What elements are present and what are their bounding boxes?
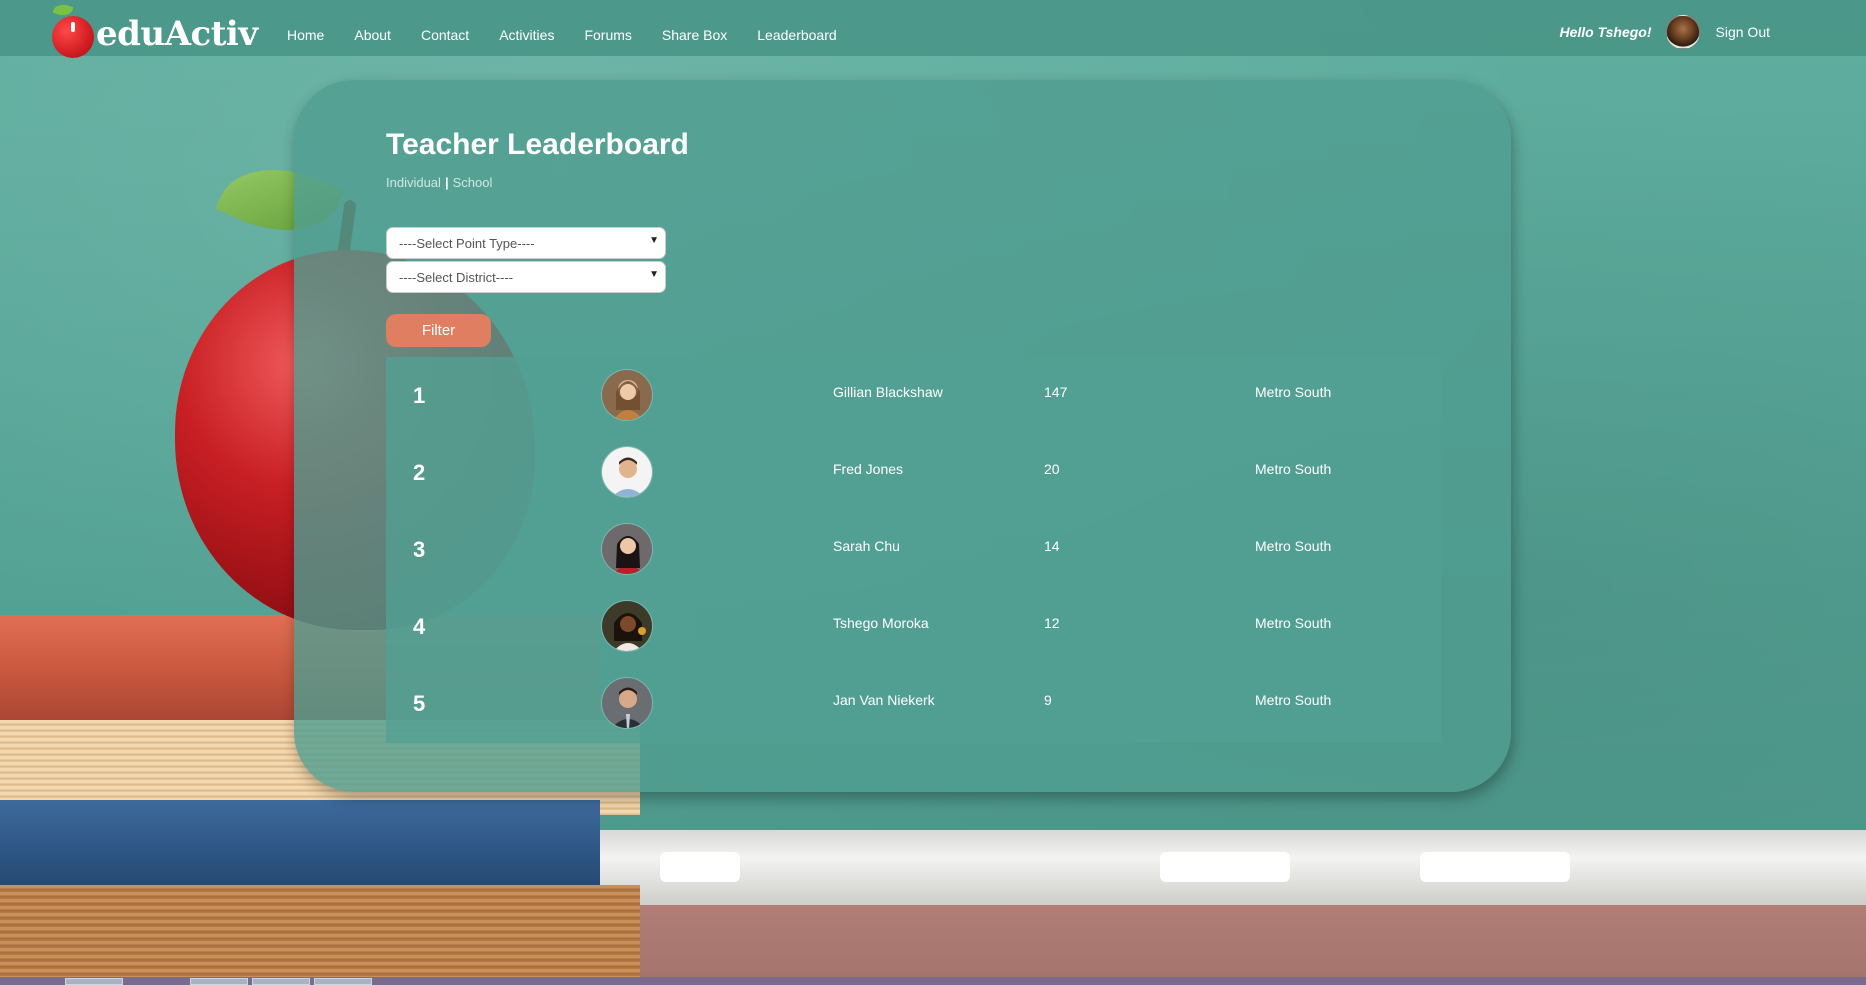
book-blue (0, 800, 600, 890)
teacher-district: Metro South (1255, 538, 1332, 554)
brand-logo[interactable]: eduActiv (50, 1, 260, 58)
teacher-district: Metro South (1255, 384, 1332, 400)
table-row[interactable]: 3 Sarah Chu 14 Metro South (386, 511, 1441, 588)
nav-link-home[interactable]: Home (287, 27, 324, 43)
sign-out-link[interactable]: Sign Out (1716, 24, 1770, 40)
teacher-district: Metro South (1255, 461, 1332, 477)
page-title: Teacher Leaderboard (386, 128, 689, 161)
rank-number: 4 (413, 614, 426, 639)
teacher-avatar (601, 446, 653, 498)
nav-link-about[interactable]: About (354, 27, 391, 43)
taskbar-button[interactable] (314, 978, 372, 985)
leaderboard-tabs: Individual | School (386, 175, 492, 190)
tab-separator: | (444, 175, 449, 190)
teacher-avatar (601, 600, 653, 652)
chalk-piece (660, 852, 740, 882)
rank-number: 5 (413, 691, 426, 716)
teacher-district: Metro South (1255, 615, 1332, 631)
tab-school[interactable]: School (453, 175, 493, 190)
chalk-piece (1160, 852, 1290, 882)
teacher-name: Sarah Chu (833, 538, 900, 554)
taskbar-button[interactable] (65, 978, 123, 985)
rank-number: 1 (413, 383, 426, 408)
nav-links: Home About Contact Activities Forums Sha… (287, 27, 867, 43)
chalk-piece (1420, 852, 1570, 882)
leaderboard-table: 1 Gillian Blackshaw 147 Metro South 2 Fr… (386, 357, 1441, 743)
teacher-name: Fred Jones (833, 461, 904, 477)
user-greeting: Hello Tshego! (1559, 24, 1652, 40)
table-row[interactable]: 2 Fred Jones 20 Metro South (386, 434, 1441, 511)
filter-button[interactable]: Filter (386, 314, 491, 347)
nav-link-activities[interactable]: Activities (499, 27, 554, 43)
top-navbar: eduActiv Home About Contact Activities F… (0, 0, 1866, 58)
district-select[interactable]: ----Select District---- ▼ (386, 261, 666, 293)
brand-name: eduActiv (96, 14, 258, 54)
teacher-points: 12 (1044, 615, 1060, 631)
teacher-points: 147 (1044, 384, 1068, 400)
teacher-name: Tshego Moroka (833, 615, 929, 631)
chevron-down-icon: ▼ (649, 235, 659, 246)
chevron-down-icon: ▼ (649, 269, 659, 280)
book-old (0, 885, 640, 985)
tab-individual[interactable]: Individual (386, 175, 441, 190)
teacher-points: 20 (1044, 461, 1060, 477)
desk-edge (560, 905, 1866, 985)
teacher-name: Jan Van Niekerk (833, 692, 935, 708)
nav-link-share-box[interactable]: Share Box (662, 27, 727, 43)
teacher-points: 9 (1044, 692, 1052, 708)
taskbar-button[interactable] (252, 978, 310, 985)
teacher-name: Gillian Blackshaw (833, 384, 943, 400)
point-type-select-value: ----Select Point Type---- (399, 236, 535, 251)
user-menu: Hello Tshego! Sign Out (1559, 15, 1770, 49)
nav-link-leaderboard[interactable]: Leaderboard (757, 27, 836, 43)
nav-link-contact[interactable]: Contact (421, 27, 469, 43)
table-row[interactable]: 1 Gillian Blackshaw 147 Metro South (386, 357, 1441, 434)
table-row[interactable]: 5 Jan Van Niekerk 9 Metro South (386, 665, 1441, 742)
teacher-points: 14 (1044, 538, 1060, 554)
user-avatar[interactable] (1665, 15, 1700, 49)
apple-logo-icon (52, 16, 94, 58)
teacher-avatar (601, 677, 653, 729)
teacher-avatar (601, 369, 653, 421)
nav-link-forums[interactable]: Forums (584, 27, 631, 43)
table-row[interactable]: 4 Tshego Moroka 12 Metro South (386, 588, 1441, 665)
rank-number: 3 (413, 537, 426, 562)
point-type-select[interactable]: ----Select Point Type---- ▼ (386, 227, 666, 259)
taskbar-button[interactable] (190, 978, 248, 985)
district-select-value: ----Select District---- (399, 270, 514, 285)
rank-number: 2 (413, 460, 426, 485)
teacher-avatar (601, 523, 653, 575)
teacher-district: Metro South (1255, 692, 1332, 708)
